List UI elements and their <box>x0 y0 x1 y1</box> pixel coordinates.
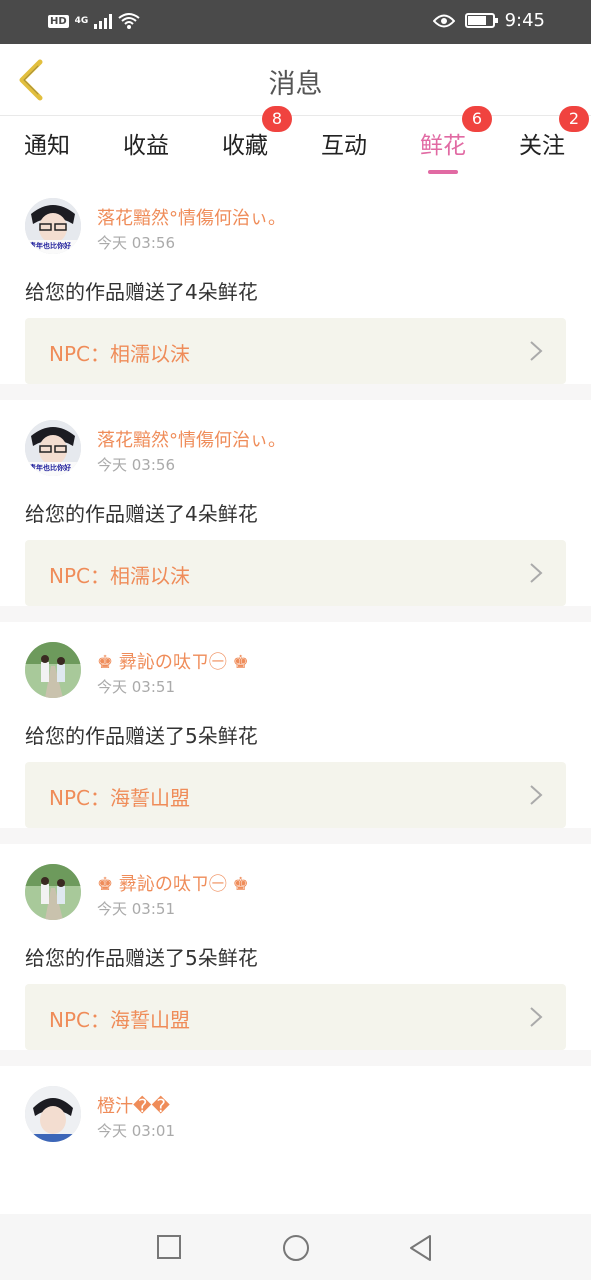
status-left: HD 4G <box>48 12 140 30</box>
hd-icon: HD <box>48 14 69 28</box>
timestamp: 今天 03:56 <box>97 234 175 252</box>
tab-favorites[interactable]: 收藏 8 <box>222 106 292 160</box>
signal-icon <box>94 13 113 29</box>
tab-earnings[interactable]: 收益 <box>123 126 169 160</box>
message-text: 给您的作品赠送了5朵鲜花 <box>25 946 258 970</box>
unread-badge: 2 <box>559 106 589 132</box>
npc-label: NPC：相濡以沫 <box>49 564 190 588</box>
avatar[interactable]: 青年也比你好 <box>25 420 81 476</box>
username[interactable]: 落花黯然°情傷何治ぃ。 <box>97 426 286 452</box>
message-text: 给您的作品赠送了4朵鲜花 <box>25 502 258 526</box>
tab-flowers[interactable]: 鲜花 6 <box>420 106 492 174</box>
square-icon[interactable] <box>156 1234 182 1260</box>
avatar[interactable]: 青年也比你好 <box>25 198 81 254</box>
npc-link[interactable]: NPC：相濡以沫 <box>25 318 566 384</box>
header: 消息 <box>0 44 591 116</box>
triangle-back-icon[interactable] <box>408 1234 434 1262</box>
timestamp: 今天 03:51 <box>97 678 175 696</box>
status-right: 9:45 <box>432 10 545 31</box>
tab-label: 收益 <box>123 133 169 159</box>
avatar-caption: 青年也比你好 <box>29 242 71 250</box>
page-title: 消息 <box>268 69 323 100</box>
list-item: ♚ 彛訫の呔ㄗ㊀ ♚ 今天 03:51 给您的作品赠送了5朵鲜花 NPC：海誓山… <box>0 622 591 844</box>
eye-icon <box>432 14 455 27</box>
chevron-right-icon <box>530 341 543 361</box>
status-bar: HD 4G 9:45 <box>0 0 591 44</box>
tab-bar: 通知 收益 收藏 8 互动 鲜花 6 关注 2 <box>0 106 591 178</box>
network-type: 4G <box>74 16 89 26</box>
active-tab-indicator <box>428 170 458 174</box>
battery-icon <box>464 13 498 28</box>
avatar-caption: 青年也比你好 <box>29 464 71 472</box>
npc-label: NPC：海誓山盟 <box>49 786 190 810</box>
tab-notice[interactable]: 通知 <box>24 126 70 160</box>
timestamp: 今天 03:56 <box>97 456 175 474</box>
tab-label: 通知 <box>24 133 70 159</box>
list-item: 青年也比你好 落花黯然°情傷何治ぃ。 今天 03:56 给您的作品赠送了4朵鲜花… <box>0 400 591 622</box>
tab-label: 鲜花 <box>420 133 466 159</box>
npc-link[interactable]: NPC：海誓山盟 <box>25 984 566 1050</box>
tab-label: 关注 <box>519 133 565 159</box>
message-list: 青年也比你好 落花黯然°情傷何治ぃ。 今天 03:56 给您的作品赠送了4朵鲜花… <box>0 178 591 1280</box>
wifi-icon <box>118 13 140 29</box>
circle-icon[interactable] <box>282 1234 310 1262</box>
chevron-right-icon <box>530 785 543 805</box>
avatar[interactable] <box>25 864 81 920</box>
message-text: 给您的作品赠送了5朵鲜花 <box>25 724 258 748</box>
npc-link[interactable]: NPC：海誓山盟 <box>25 762 566 828</box>
timestamp: 今天 03:51 <box>97 900 175 918</box>
tab-interactions[interactable]: 互动 <box>321 126 367 160</box>
status-time: 9:45 <box>504 10 545 31</box>
message-text: 给您的作品赠送了4朵鲜花 <box>25 280 258 304</box>
npc-label: NPC：相濡以沫 <box>49 342 190 366</box>
unread-badge: 8 <box>262 106 292 132</box>
avatar[interactable] <box>25 642 81 698</box>
tab-label: 收藏 <box>222 133 268 159</box>
system-nav-bar <box>0 1214 591 1280</box>
username[interactable]: 橙汁�� <box>97 1092 170 1118</box>
chevron-right-icon <box>530 1007 543 1027</box>
npc-link[interactable]: NPC：相濡以沫 <box>25 540 566 606</box>
tab-label: 互动 <box>321 133 367 159</box>
avatar[interactable] <box>25 1086 81 1142</box>
tab-follows[interactable]: 关注 2 <box>519 106 589 160</box>
list-item: 青年也比你好 落花黯然°情傷何治ぃ。 今天 03:56 给您的作品赠送了4朵鲜花… <box>0 178 591 400</box>
chevron-right-icon <box>530 563 543 583</box>
username[interactable]: ♚ 彛訫の呔ㄗ㊀ ♚ <box>97 870 249 896</box>
username[interactable]: ♚ 彛訫の呔ㄗ㊀ ♚ <box>97 648 249 674</box>
unread-badge: 6 <box>462 106 492 132</box>
username[interactable]: 落花黯然°情傷何治ぃ。 <box>97 204 286 230</box>
npc-label: NPC：海誓山盟 <box>49 1008 190 1032</box>
timestamp: 今天 03:01 <box>97 1122 175 1140</box>
list-item: ♚ 彛訫の呔ㄗ㊀ ♚ 今天 03:51 给您的作品赠送了5朵鲜花 NPC：海誓山… <box>0 844 591 1066</box>
